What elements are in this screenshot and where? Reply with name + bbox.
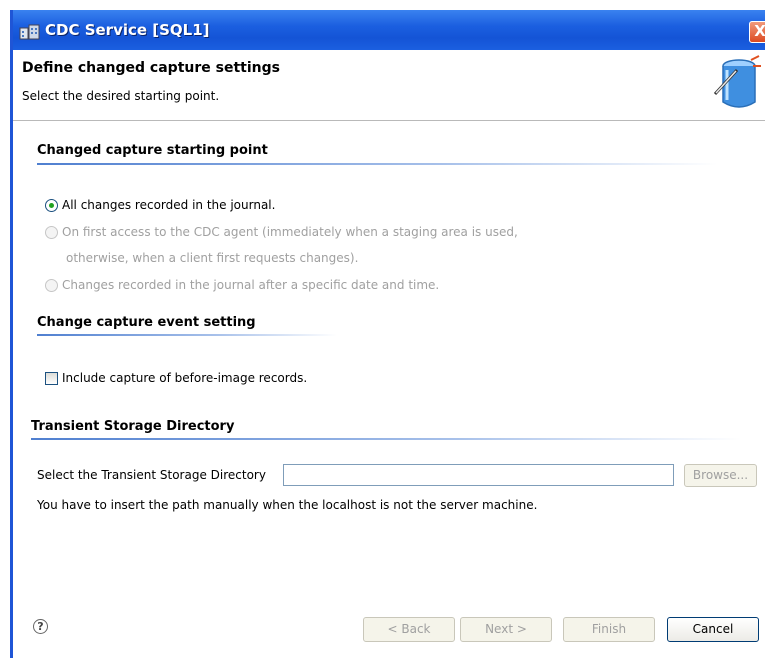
before-image-checkbox[interactable] [45, 371, 58, 385]
before-image-option[interactable]: Include capture of before-image records. [45, 371, 307, 385]
transient-directory-input[interactable] [283, 464, 674, 486]
window-title: CDC Service [SQL1] [45, 21, 210, 39]
transient-directory-label: Select the Transient Storage Directory [37, 468, 266, 482]
radio-button-checked[interactable] [45, 198, 58, 212]
section-divider [31, 438, 741, 440]
radio-button[interactable] [45, 225, 58, 239]
browse-button[interactable]: Browse... [684, 464, 757, 487]
close-button[interactable]: X [749, 21, 765, 43]
section-divider [37, 334, 337, 336]
section-divider [37, 163, 717, 165]
wizard-header: Define changed capture settings Select t… [13, 50, 765, 121]
radio-button[interactable] [45, 278, 58, 292]
title-bar[interactable]: CDC Service [SQL1] X [13, 10, 765, 50]
radio-first-access[interactable]: On first access to the CDC agent (immedi… [45, 225, 518, 239]
section-title-starting-point: Changed capture starting point [37, 143, 268, 158]
wizard-window: CDC Service [SQL1] X Define changed capt… [10, 10, 765, 658]
wizard-footer: ? < Back Next > Finish Cancel [13, 602, 765, 658]
cdc-service-icon [19, 24, 40, 40]
radio-specific-date[interactable]: Changes recorded in the journal after a … [45, 278, 439, 292]
radio-label-continuation: otherwise, when a client first requests … [66, 251, 359, 265]
finish-button[interactable]: Finish [563, 617, 655, 642]
page-title: Define changed capture settings [22, 60, 280, 76]
cancel-button[interactable]: Cancel [667, 617, 759, 642]
wizard-content: Changed capture starting point All chang… [13, 121, 765, 602]
radio-all-changes[interactable]: All changes recorded in the journal. [45, 198, 275, 212]
radio-label: Changes recorded in the journal after a … [62, 278, 440, 292]
transient-note: You have to insert the path manually whe… [37, 498, 538, 512]
page-subtitle: Select the desired starting point. [22, 89, 220, 103]
section-title-event-setting: Change capture event setting [37, 315, 256, 330]
next-button[interactable]: Next > [460, 617, 552, 642]
close-icon: X [754, 22, 765, 40]
wizard-banner-icon [713, 55, 761, 108]
radio-label: On first access to the CDC agent (immedi… [62, 225, 518, 239]
help-icon[interactable]: ? [33, 619, 48, 634]
section-title-transient: Transient Storage Directory [31, 419, 235, 434]
checkbox-label: Include capture of before-image records. [62, 371, 308, 385]
back-button[interactable]: < Back [363, 617, 455, 642]
radio-label: All changes recorded in the journal. [62, 198, 276, 212]
